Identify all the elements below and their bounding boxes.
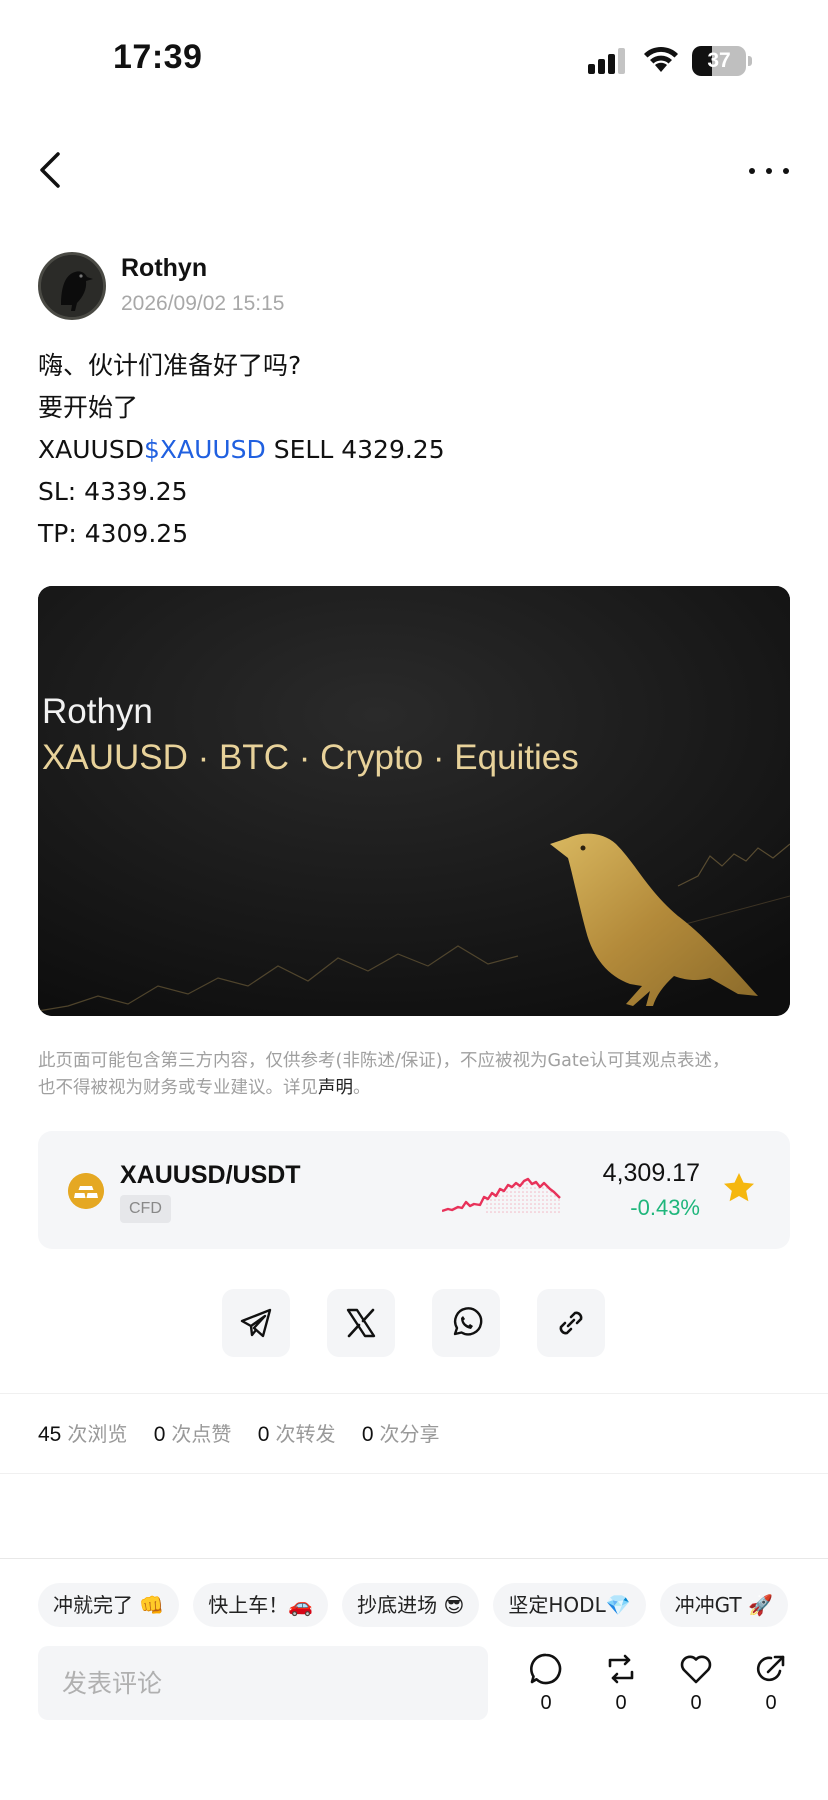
price-sparkline xyxy=(442,1177,561,1215)
pair-name: XAUUSD/USDT xyxy=(120,1161,301,1189)
avatar[interactable] xyxy=(38,252,106,320)
shares-label: 次分享 xyxy=(379,1422,440,1446)
like-button[interactable]: 0 xyxy=(671,1652,721,1722)
reposts-count: 0 xyxy=(257,1423,270,1446)
share-button[interactable]: 0 xyxy=(746,1652,796,1722)
disclaimer-link[interactable]: 声明 xyxy=(318,1078,353,1098)
post-line: 嗨、伙计们准备好了吗? xyxy=(38,351,302,380)
like-count: 0 xyxy=(690,1692,702,1714)
price: 4,309.17 xyxy=(602,1159,700,1187)
views-count: 45 xyxy=(38,1423,62,1446)
disclaimer-line: 此页面可能包含第三方内容，仅供参考(非陈述/保证)，不应被视为Gate认可其观点… xyxy=(38,1051,730,1071)
comment-input[interactable] xyxy=(38,1646,488,1720)
telegram-icon xyxy=(240,1308,272,1338)
repost-icon xyxy=(608,1654,634,1684)
raven-avatar-icon xyxy=(41,255,103,317)
status-bar: 17:39 37 xyxy=(0,0,828,110)
post-image[interactable]: Rothyn XAUUSD · BTC · Crypto · Equities xyxy=(38,586,790,1016)
take-profit-line: TP: 4309.25 xyxy=(38,519,189,548)
divider xyxy=(0,1558,828,1559)
heart-icon xyxy=(680,1655,712,1684)
repost-button[interactable]: 0 xyxy=(596,1652,646,1722)
reposts-label: 次转发 xyxy=(275,1422,336,1446)
likes-label: 次点赞 xyxy=(171,1422,232,1446)
banner-subtitle: XAUUSD · BTC · Crypto · Equities xyxy=(42,738,579,777)
post-line: 要开始了 xyxy=(38,393,139,422)
quick-reply-chip[interactable]: 坚定HODL💎 xyxy=(493,1583,646,1627)
post-content: 嗨、伙计们准备好了吗? 要开始了 XAUUSD$XAUUSD SELL 4329… xyxy=(38,345,445,555)
post-line-ticker: XAUUSD$XAUUSD SELL 4329.25 xyxy=(38,429,445,471)
cellular-signal-icon xyxy=(588,48,625,74)
copy-link-button[interactable] xyxy=(537,1289,605,1357)
disclaimer-text: 也不得被视为财务或专业建议。详见 xyxy=(38,1078,318,1098)
ticker-text: XAUUSD xyxy=(38,435,144,464)
quick-reply-chip[interactable]: 冲就完了 👊 xyxy=(38,1583,180,1627)
trade-text: SELL 4329.25 xyxy=(265,435,445,464)
cfd-badge: CFD xyxy=(120,1195,171,1223)
stop-loss-line: SL: 4339.25 xyxy=(38,477,188,506)
battery-percent: 37 xyxy=(707,49,731,72)
link-icon xyxy=(559,1311,583,1335)
x-icon xyxy=(346,1308,376,1338)
repost-count: 0 xyxy=(615,1692,627,1714)
quick-reply-row: 冲就完了 👊 快上车！🚗 抄底进场 😎 坚定HODL💎 冲冲GT 🚀 xyxy=(38,1583,828,1627)
disclaimer-end: 。 xyxy=(353,1078,371,1098)
banner-artwork xyxy=(38,586,790,1016)
author-name[interactable]: Rothyn xyxy=(121,254,207,283)
shares-count: 0 xyxy=(361,1423,374,1446)
comment-icon xyxy=(530,1653,562,1685)
banner-title: Rothyn xyxy=(42,692,153,731)
ticker-link[interactable]: $XAUUSD xyxy=(144,435,266,464)
status-time: 17:39 xyxy=(113,38,203,76)
share-telegram-button[interactable] xyxy=(222,1289,290,1357)
disclaimer-line: 也不得被视为财务或专业建议。详见声明。 xyxy=(38,1075,790,1102)
post-timestamp: 2026/09/02 15:15 xyxy=(121,292,285,315)
share-x-button[interactable] xyxy=(327,1289,395,1357)
comment-count: 0 xyxy=(540,1692,552,1714)
quick-reply-chip[interactable]: 冲冲GT 🚀 xyxy=(659,1583,788,1627)
divider xyxy=(0,1473,828,1474)
post-stats: 45 次浏览 0 次点赞 0 次转发 0 次分享 xyxy=(38,1418,460,1447)
share-count: 0 xyxy=(765,1692,777,1714)
views-label: 次浏览 xyxy=(67,1422,128,1446)
share-icon xyxy=(756,1655,785,1682)
likes-count: 0 xyxy=(153,1423,166,1446)
whatsapp-icon xyxy=(453,1307,483,1336)
divider xyxy=(0,1393,828,1394)
back-button[interactable] xyxy=(30,148,70,192)
disclaimer: 此页面可能包含第三方内容，仅供参考(非陈述/保证)，不应被视为Gate认可其观点… xyxy=(38,1048,790,1102)
battery-icon: 37 xyxy=(692,46,752,76)
price-change: -0.43% xyxy=(630,1195,700,1220)
gold-bars-icon xyxy=(68,1173,104,1209)
more-options-button[interactable] xyxy=(744,156,794,186)
comment-button[interactable]: 0 xyxy=(521,1652,571,1722)
quick-reply-chip[interactable]: 抄底进场 😎 xyxy=(342,1583,480,1627)
quick-reply-chip[interactable]: 快上车！🚗 xyxy=(193,1583,329,1627)
share-whatsapp-button[interactable] xyxy=(432,1289,500,1357)
wifi-icon xyxy=(644,46,678,72)
star-icon[interactable] xyxy=(722,1171,756,1205)
market-card[interactable]: XAUUSD/USDT CFD 4,309.17 -0.43% xyxy=(38,1131,790,1249)
